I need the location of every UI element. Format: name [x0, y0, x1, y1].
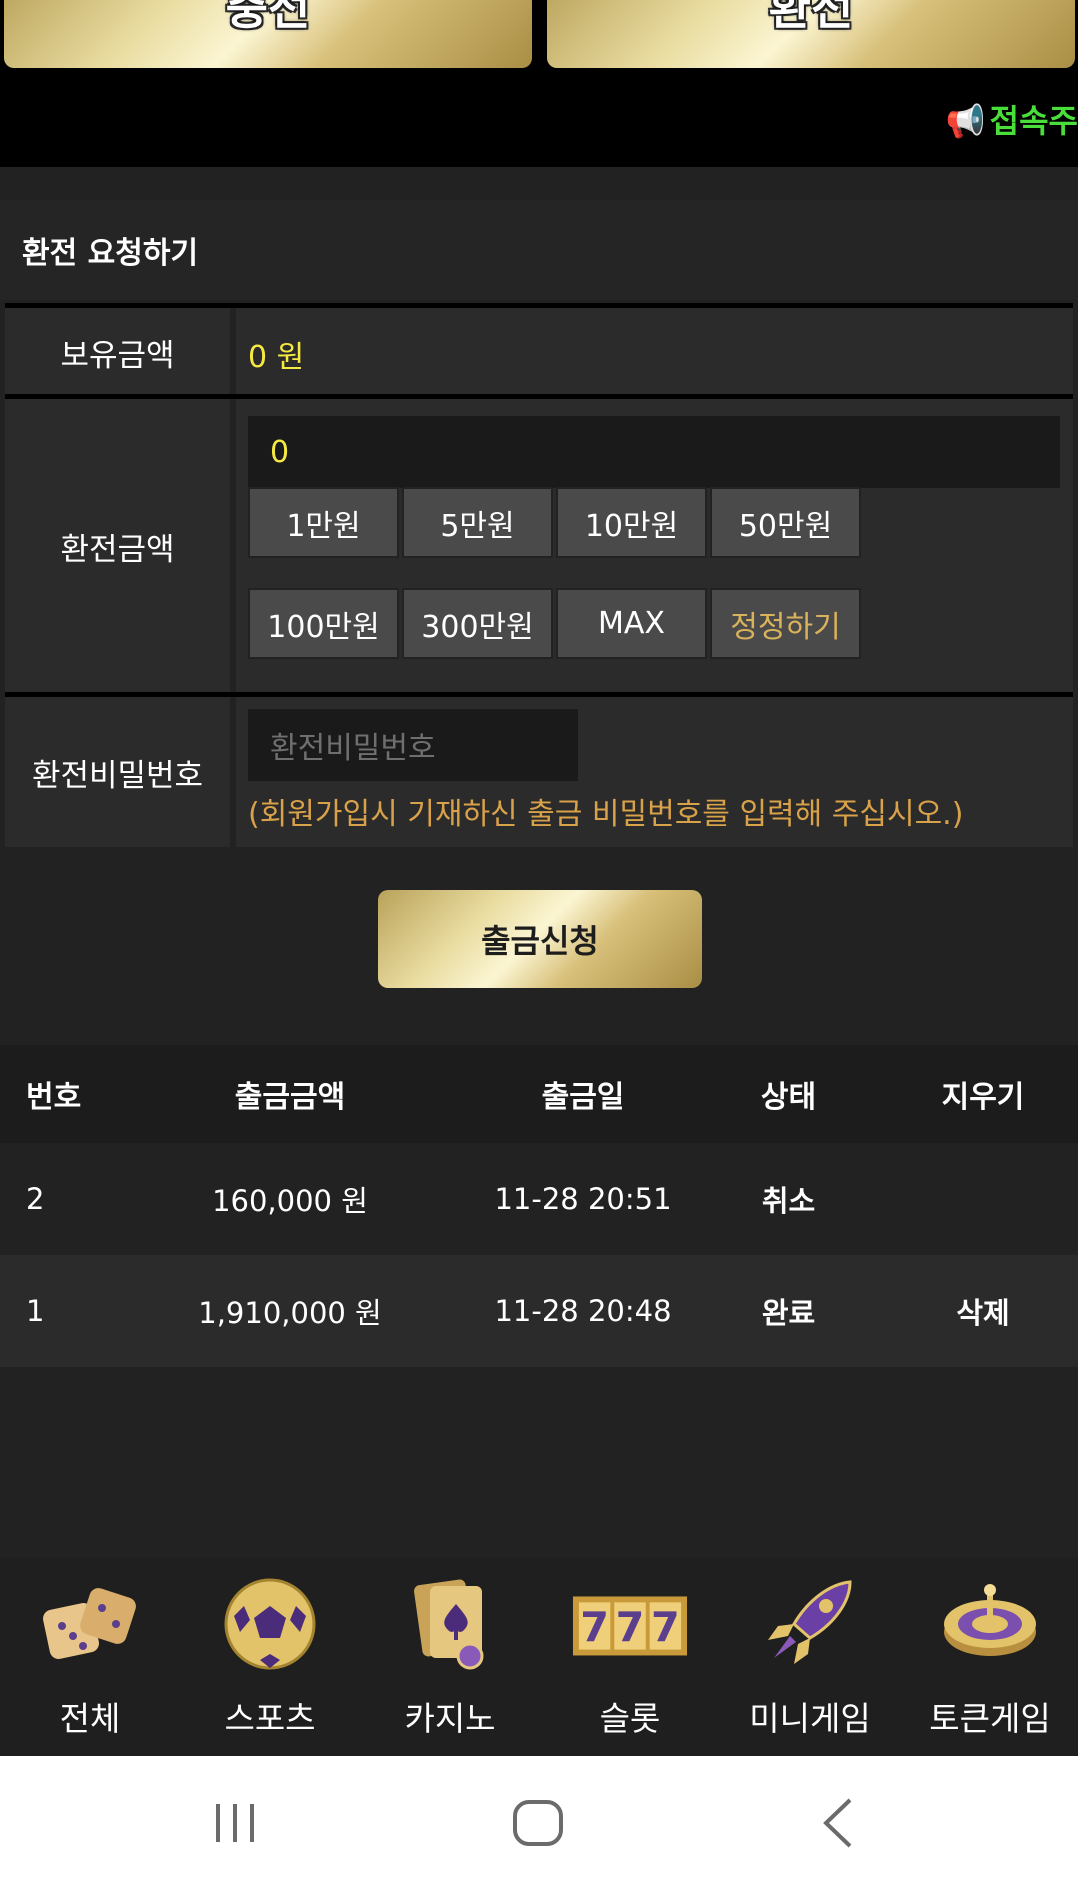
nav-item-casino[interactable]: 카지노: [360, 1558, 540, 1756]
nav-label: 토큰게임: [929, 1699, 1051, 1738]
row-delete: [910, 1143, 1056, 1255]
row-date: 11-28 20:51: [494, 1182, 672, 1216]
quick-amount-button[interactable]: 1만원: [248, 487, 399, 558]
password-label: 환전비밀번호: [5, 697, 230, 847]
amount-row: 환전금액 0 1만원 5만원 10만원 50만원 100만원 300만원 MAX…: [5, 394, 1073, 694]
balance-label: 보유금액: [5, 308, 230, 396]
row-status: 취소: [761, 1184, 816, 1218]
back-icon[interactable]: [818, 1796, 858, 1850]
nav-label: 스포츠: [224, 1699, 316, 1738]
header-delete: 지우기: [941, 1080, 1025, 1115]
amount-label: 환전금액: [5, 399, 230, 694]
password-input[interactable]: 환전비밀번호: [248, 709, 578, 781]
notice-text: 접속주: [989, 102, 1078, 140]
megaphone-icon: 📢: [945, 102, 986, 140]
roulette-icon: [944, 1584, 1036, 1656]
delete-button[interactable]: 삭제: [910, 1255, 1056, 1367]
table-row: 2 160,000 원 11-28 20:51 취소: [0, 1143, 1078, 1255]
quick-amount-button[interactable]: 50만원: [710, 487, 861, 558]
withdraw-submit-button[interactable]: 출금신청: [378, 890, 702, 988]
bottom-nav: 전체 스포츠 카지노 7 7 7 슬롯 미니게임 토큰게임: [0, 1558, 1078, 1756]
row-amount: 1,910,000 원: [198, 1296, 382, 1330]
nav-label: 카지노: [404, 1699, 496, 1738]
max-amount-button[interactable]: MAX: [556, 588, 707, 659]
system-nav-bar: [0, 1756, 1078, 1891]
playing-cards-icon: [414, 1579, 484, 1670]
svg-text:7: 7: [580, 1604, 609, 1652]
top-bar: 충전 환전 📢 접속주: [0, 0, 1078, 167]
soccer-ball-icon: [224, 1578, 316, 1670]
dice-icon: [43, 1588, 136, 1659]
nav-label: 미니게임: [749, 1699, 871, 1738]
notice-marquee: 📢 접속주: [946, 96, 1078, 142]
nav-item-all[interactable]: 전체: [0, 1558, 180, 1756]
quick-amount-button[interactable]: 5만원: [402, 487, 553, 558]
home-icon[interactable]: [510, 1798, 566, 1848]
row-no: 2: [26, 1182, 45, 1216]
recent-apps-icon[interactable]: [210, 1798, 260, 1848]
rocket-icon: [768, 1580, 852, 1664]
table-row: 1 1,910,000 원 11-28 20:48 완료 삭제: [0, 1255, 1078, 1367]
nav-item-slot[interactable]: 7 7 7 슬롯: [540, 1558, 720, 1756]
tab-exchange[interactable]: 환전: [547, 0, 1075, 68]
password-row: 환전비밀번호 환전비밀번호 (회원가입시 기재하신 출금 비밀번호를 입력해 주…: [5, 692, 1073, 847]
history-header: 번호 출금금액 출금일 상태 지우기: [0, 1045, 1078, 1143]
slot-777-icon: 7 7 7: [572, 1596, 688, 1656]
password-hint: (회원가입시 기재하신 출금 비밀번호를 입력해 주십시오.): [248, 797, 964, 832]
balance-row: 보유금액 0 원: [5, 303, 1073, 396]
header-status: 상태: [760, 1080, 817, 1115]
header-amount: 출금금액: [234, 1080, 346, 1115]
row-no: 1: [26, 1294, 45, 1328]
balance-value: 0 원: [248, 340, 305, 375]
nav-item-minigame[interactable]: 미니게임: [720, 1558, 900, 1756]
row-date: 11-28 20:48: [494, 1294, 672, 1328]
header-date: 출금일: [541, 1080, 625, 1115]
tab-charge[interactable]: 충전: [4, 0, 532, 68]
quick-amount-button[interactable]: 10만원: [556, 487, 707, 558]
nav-label: 슬롯: [599, 1699, 661, 1738]
row-status: 완료: [761, 1296, 816, 1330]
header-no: 번호: [26, 1080, 82, 1115]
section-title: 환전 요청하기: [0, 200, 1078, 300]
svg-text:7: 7: [651, 1604, 680, 1652]
amount-input[interactable]: 0: [248, 416, 1060, 488]
row-amount: 160,000 원: [212, 1184, 368, 1218]
nav-label: 전체: [59, 1699, 121, 1738]
reset-amount-button[interactable]: 정정하기: [710, 588, 861, 659]
quick-amount-button[interactable]: 100만원: [248, 588, 399, 659]
svg-text:7: 7: [616, 1604, 645, 1652]
nav-item-sports[interactable]: 스포츠: [180, 1558, 360, 1756]
quick-amount-button[interactable]: 300만원: [402, 588, 553, 659]
nav-item-token-game[interactable]: 토큰게임: [900, 1558, 1078, 1756]
